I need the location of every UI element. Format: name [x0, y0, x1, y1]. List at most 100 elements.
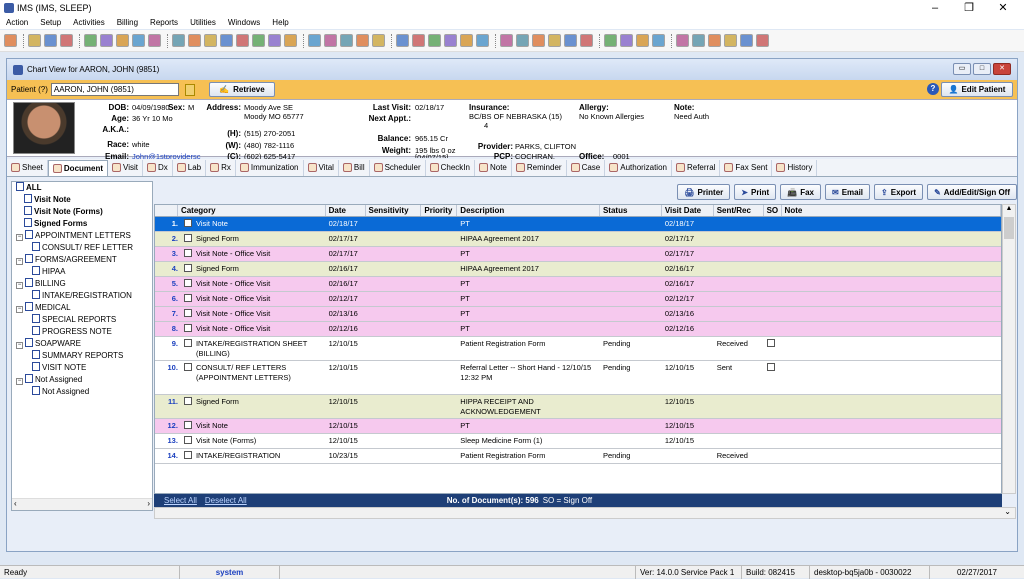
tab-vital[interactable]: Vital	[304, 159, 339, 176]
toolbar-button-icon[interactable]	[460, 34, 473, 47]
toolbar-button-icon[interactable]	[172, 34, 185, 47]
menu-utilities[interactable]: Utilities	[190, 18, 216, 27]
expand-icon[interactable]: −	[16, 258, 23, 265]
toolbar-button-icon[interactable]	[148, 34, 161, 47]
expand-icon[interactable]: −	[16, 282, 23, 289]
tab-lab[interactable]: Lab	[173, 159, 207, 176]
row-checkbox[interactable]	[183, 421, 192, 429]
toolbar-button-icon[interactable]	[204, 34, 217, 47]
edit-patient-button[interactable]: 👤 Edit Patient	[941, 82, 1013, 97]
toolbar-button-icon[interactable]	[500, 34, 513, 47]
toolbar-button-icon[interactable]	[308, 34, 321, 47]
tree-item[interactable]: INTAKE/REGISTRATION	[12, 290, 152, 302]
grid-horizontal-scrollbar[interactable]: ⌄	[154, 507, 1016, 519]
row-checkbox[interactable]	[183, 397, 192, 405]
menu-help[interactable]: Help	[272, 18, 288, 27]
toolbar-button-icon[interactable]	[428, 34, 441, 47]
toolbar-button-icon[interactable]	[740, 34, 753, 47]
toolbar-button-icon[interactable]	[116, 34, 129, 47]
tree-item[interactable]: − Not Assigned	[12, 374, 152, 386]
fax-button[interactable]: 📠 Fax	[780, 184, 821, 200]
row-checkbox[interactable]	[183, 249, 192, 257]
column-header-note[interactable]: Note	[782, 205, 1001, 216]
column-header-sensitivity[interactable]: Sensitivity	[366, 205, 422, 216]
toolbar-button-icon[interactable]	[132, 34, 145, 47]
column-header-date[interactable]: Date	[326, 205, 366, 216]
scroll-right-icon[interactable]: ›	[147, 499, 150, 508]
row-checkbox[interactable]	[183, 451, 192, 459]
table-row[interactable]: 3. Visit Note - Office Visit 02/17/17 PT 02/…	[155, 247, 1001, 262]
row-checkbox[interactable]	[183, 309, 192, 317]
sign-off-checkbox[interactable]	[766, 339, 775, 347]
toolbar-button-icon[interactable]	[692, 34, 705, 47]
expand-icon[interactable]: −	[16, 342, 23, 349]
scroll-up-icon[interactable]: ▲	[1003, 205, 1015, 212]
toolbar-button-icon[interactable]	[548, 34, 561, 47]
column-header-category[interactable]: Category	[178, 205, 326, 216]
print-button[interactable]: ➤ Print	[734, 184, 777, 200]
tree-item[interactable]: − APPOINTMENT LETTERS	[12, 230, 152, 242]
row-checkbox[interactable]	[183, 294, 192, 302]
row-checkbox[interactable]	[183, 234, 192, 242]
tree-item[interactable]: Visit Note (Forms)	[12, 206, 152, 218]
table-row[interactable]: 2. Signed Form 02/17/17 HIPAA Agreement 201…	[155, 232, 1001, 247]
toolbar-button-icon[interactable]	[604, 34, 617, 47]
expand-icon[interactable]: −	[16, 234, 23, 241]
tree-item[interactable]: PROGRESS NOTE	[12, 326, 152, 338]
tab-history[interactable]: History	[772, 159, 818, 176]
toolbar-button-icon[interactable]	[412, 34, 425, 47]
table-row[interactable]: 12. Visit Note 12/10/15 PT 12/10/15	[155, 419, 1001, 434]
table-row[interactable]: 11. Signed Form 12/10/15 HIPPA RECEIPT AND …	[155, 395, 1001, 419]
table-row[interactable]: 1. Visit Note 02/18/17 PT 02/18/17	[155, 217, 1001, 232]
patient-lookup-icon[interactable]	[184, 83, 195, 96]
toolbar-button-icon[interactable]	[652, 34, 665, 47]
toolbar-button-icon[interactable]	[444, 34, 457, 47]
table-row[interactable]: 7. Visit Note - Office Visit 02/13/16 PT 02/…	[155, 307, 1001, 322]
tab-bill[interactable]: Bill	[339, 159, 370, 176]
tab-scheduler[interactable]: Scheduler	[370, 159, 426, 176]
toolbar-button-icon[interactable]	[516, 34, 529, 47]
deselect-all-link[interactable]: Deselect All	[205, 496, 247, 505]
column-header-description[interactable]: Description	[457, 205, 600, 216]
table-row[interactable]: 10. CONSULT/ REF LETTERS (APPOINTMENT LET…	[155, 361, 1001, 395]
toolbar-button-icon[interactable]	[708, 34, 721, 47]
column-header-so[interactable]: SO	[764, 205, 782, 216]
toolbar-button-icon[interactable]	[252, 34, 265, 47]
toolbar-button-icon[interactable]	[236, 34, 249, 47]
grid-scroll-down-icon[interactable]: ⌄	[1004, 507, 1011, 516]
toolbar-button-icon[interactable]	[532, 34, 545, 47]
scroll-left-icon[interactable]: ‹	[14, 499, 17, 508]
toolbar-button-icon[interactable]	[476, 34, 489, 47]
table-row[interactable]: 14. INTAKE/REGISTRATION 10/23/15 Patient Re…	[155, 449, 1001, 464]
row-checkbox[interactable]	[183, 363, 192, 371]
toolbar-button-icon[interactable]	[756, 34, 769, 47]
restore-icon[interactable]: ❐	[952, 0, 986, 16]
tree-item[interactable]: VISIT NOTE	[12, 362, 152, 374]
tree-item[interactable]: Signed Forms	[12, 218, 152, 230]
toolbar-button-icon[interactable]	[372, 34, 385, 47]
column-header-visit-date[interactable]: Visit Date	[662, 205, 714, 216]
tab-document[interactable]: Document	[47, 159, 109, 176]
tab-visit[interactable]: Visit	[108, 159, 143, 176]
tree-item[interactable]: SUMMARY REPORTS	[12, 350, 152, 362]
sign-off-checkbox[interactable]	[766, 363, 775, 371]
chart-minimize-icon[interactable]: ▭	[953, 63, 971, 75]
toolbar-button-icon[interactable]	[188, 34, 201, 47]
tree-item[interactable]: − MEDICAL	[12, 302, 152, 314]
tab-authorization[interactable]: Authorization	[605, 159, 672, 176]
toolbar-button-icon[interactable]	[636, 34, 649, 47]
toolbar-button-icon[interactable]	[100, 34, 113, 47]
toolbar-button-icon[interactable]	[340, 34, 353, 47]
column-header-priority[interactable]: Priority	[421, 205, 458, 216]
tree-item[interactable]: HIPAA	[12, 266, 152, 278]
chart-close-icon[interactable]: ✕	[993, 63, 1011, 75]
table-row[interactable]: 4. Signed Form 02/16/17 HIPAA Agreement 201…	[155, 262, 1001, 277]
tab-sheet[interactable]: Sheet	[7, 159, 48, 176]
tree-item[interactable]: Not Assigned	[12, 386, 152, 398]
tree-horizontal-scrollbar[interactable]: ‹ ›	[12, 498, 152, 510]
tree-item[interactable]: − BILLING	[12, 278, 152, 290]
toolbar-button-icon[interactable]	[60, 34, 73, 47]
tab-referral[interactable]: Referral	[672, 159, 721, 176]
toolbar-button-icon[interactable]	[84, 34, 97, 47]
row-checkbox[interactable]	[183, 219, 192, 227]
